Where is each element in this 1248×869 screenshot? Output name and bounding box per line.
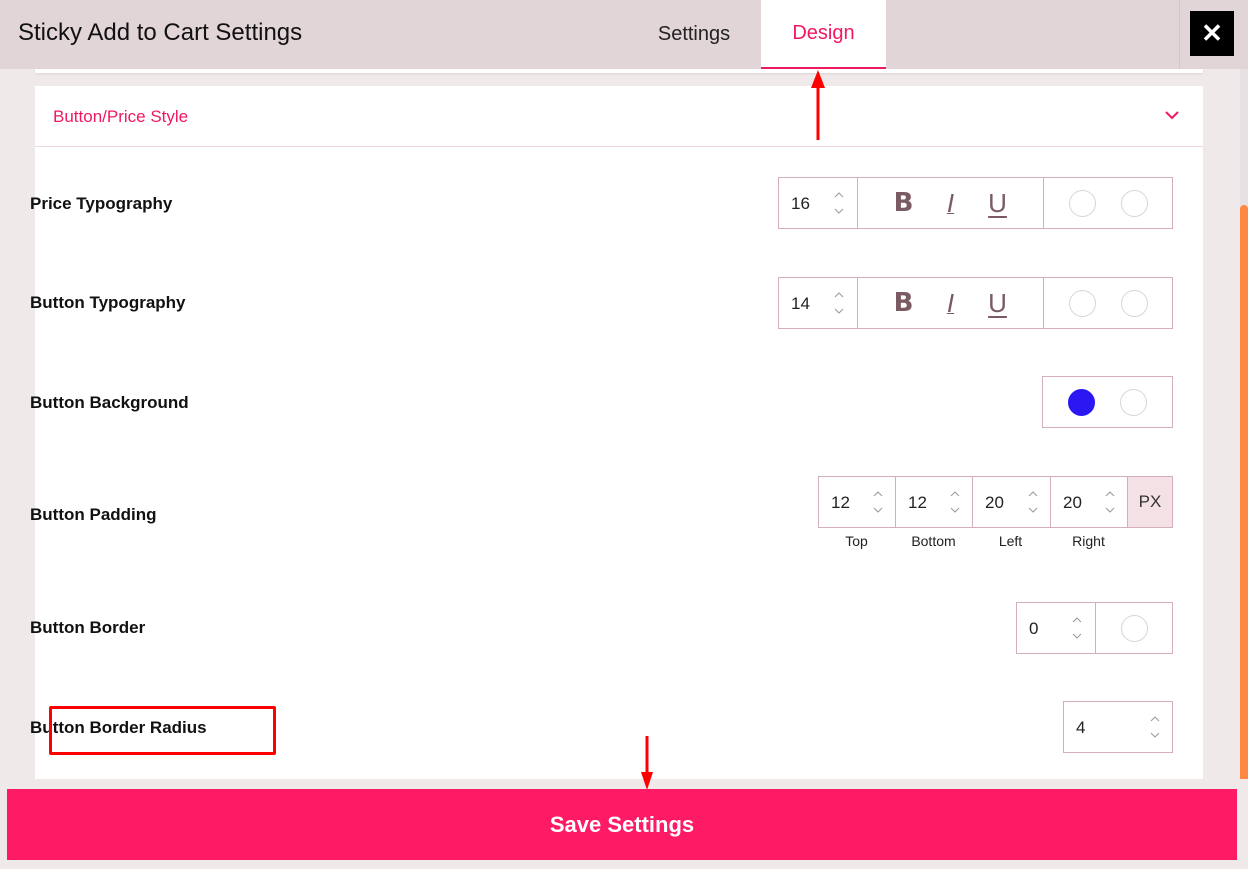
padding-unit-selector[interactable]: PX: [1128, 477, 1172, 527]
spinner-arrows-icon[interactable]: [1071, 614, 1083, 642]
border-radius-value: 4: [1076, 718, 1086, 737]
price-typography-controls: 16 B I U: [778, 177, 1173, 229]
italic-icon[interactable]: I: [936, 288, 966, 318]
spinner-arrows-icon[interactable]: [872, 488, 884, 516]
button-background-controls: [1042, 376, 1173, 428]
section-title: Button/Price Style: [53, 107, 189, 126]
annotation-highlight-box: [49, 706, 276, 755]
price-font-size-input[interactable]: 16: [779, 178, 858, 228]
header-bar: Sticky Add to Cart Settings Settings Des…: [0, 0, 1248, 69]
button-text-color-swatch[interactable]: [1068, 289, 1096, 317]
border-color-swatch[interactable]: [1120, 614, 1148, 642]
button-background-pickers: [1043, 377, 1172, 427]
button-font-size-value: 14: [791, 294, 810, 313]
border-radius-input[interactable]: 4: [1064, 702, 1172, 752]
close-icon: ✕: [1201, 18, 1223, 48]
save-settings-button[interactable]: Save Settings: [7, 789, 1237, 860]
price-color-swatch[interactable]: [1068, 189, 1096, 217]
underline-icon[interactable]: U: [983, 188, 1013, 218]
padding-left-caption: Left: [998, 533, 1023, 549]
padding-top-caption: Top: [845, 533, 868, 549]
spinner-arrows-icon[interactable]: [1027, 488, 1039, 516]
spinner-arrows-icon[interactable]: [833, 189, 845, 217]
bold-icon[interactable]: B: [889, 188, 919, 218]
button-background-hover-color-swatch[interactable]: [1120, 388, 1148, 416]
button-border-radius-controls: 4: [1063, 701, 1173, 753]
padding-top-input[interactable]: 12: [819, 477, 896, 527]
padding-bottom-caption: Bottom: [911, 533, 956, 549]
padding-right-value: 20: [1063, 493, 1082, 512]
bold-icon[interactable]: B: [889, 288, 919, 318]
padding-bottom-input[interactable]: 12: [896, 477, 973, 527]
spinner-arrows-icon[interactable]: [1104, 488, 1116, 516]
padding-bottom-value: 12: [908, 493, 927, 512]
border-width-value: 0: [1029, 619, 1039, 638]
border-color-picker: [1096, 603, 1172, 653]
padding-right-input[interactable]: 20: [1051, 477, 1128, 527]
button-style-toggles: B I U: [858, 278, 1044, 328]
section-header[interactable]: Button/Price Style: [35, 86, 1203, 147]
button-typography-controls: 14 B I U: [778, 277, 1173, 329]
button-border-controls: 0: [1016, 602, 1173, 654]
button-text-hover-color-swatch[interactable]: [1120, 289, 1148, 317]
tab-settings[interactable]: Settings: [632, 0, 756, 69]
border-width-input[interactable]: 0: [1017, 603, 1096, 653]
close-button[interactable]: ✕: [1190, 11, 1234, 56]
previous-section-edge: [35, 69, 1203, 73]
spinner-arrows-icon[interactable]: [1149, 713, 1161, 741]
button-text-color-pickers: [1044, 278, 1172, 328]
scrollbar-thumb[interactable]: [1240, 205, 1248, 779]
price-font-size-value: 16: [791, 194, 810, 213]
padding-top-value: 12: [831, 493, 850, 512]
annotation-arrow-up-icon: [811, 70, 825, 140]
padding-right-caption: Right: [1072, 533, 1105, 549]
price-hover-color-swatch[interactable]: [1120, 189, 1148, 217]
italic-icon[interactable]: I: [936, 188, 966, 218]
price-style-toggles: B I U: [858, 178, 1044, 228]
chevron-down-icon[interactable]: [1163, 106, 1181, 124]
spinner-arrows-icon[interactable]: [833, 289, 845, 317]
button-typography-label: Button Typography: [30, 293, 186, 312]
app-title: Sticky Add to Cart Settings: [18, 19, 303, 46]
button-padding-label: Button Padding: [30, 505, 157, 524]
button-border-label: Button Border: [30, 618, 146, 637]
price-typography-label: Price Typography: [30, 194, 173, 213]
spinner-arrows-icon[interactable]: [949, 488, 961, 516]
button-background-color-swatch[interactable]: [1067, 388, 1095, 416]
price-color-pickers: [1044, 178, 1172, 228]
tab-design[interactable]: Design: [761, 0, 886, 69]
button-background-label: Button Background: [30, 393, 189, 412]
header-divider: [1179, 0, 1180, 69]
button-font-size-input[interactable]: 14: [779, 278, 858, 328]
underline-icon[interactable]: U: [983, 288, 1013, 318]
padding-left-input[interactable]: 20: [973, 477, 1051, 527]
button-padding-controls: 12 12 20 20 PX: [818, 476, 1173, 528]
padding-left-value: 20: [985, 493, 1004, 512]
annotation-arrow-down-icon: [641, 736, 653, 790]
